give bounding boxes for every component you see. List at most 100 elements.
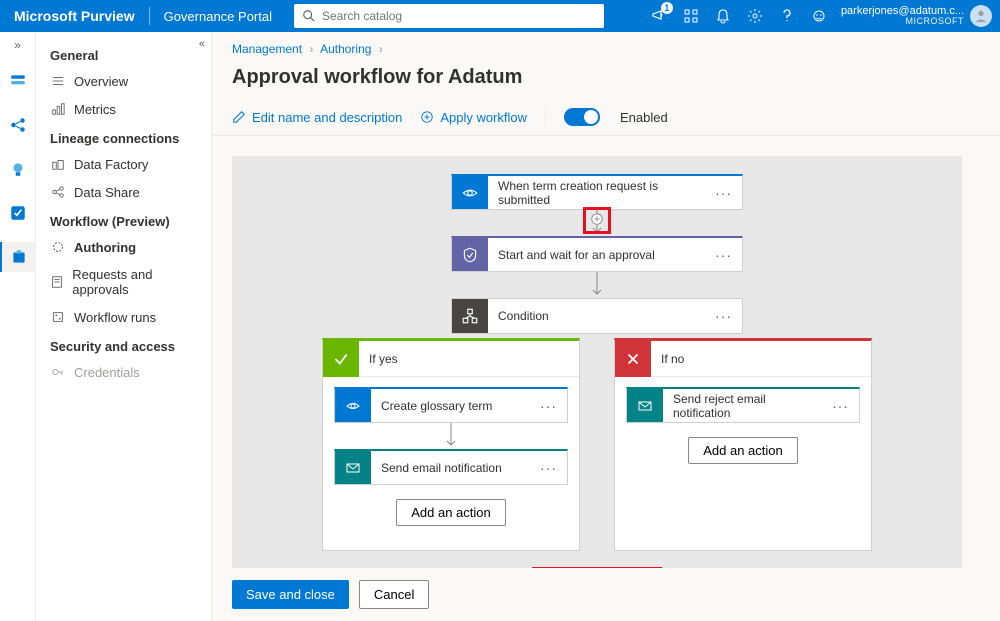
nav-metrics[interactable]: Metrics [36, 95, 211, 123]
nav-workflow-runs[interactable]: Workflow runs [36, 303, 211, 331]
nav-authoring[interactable]: Authoring [36, 233, 211, 261]
if-no-title: If no [651, 352, 694, 366]
rail-data-icon[interactable] [0, 66, 36, 96]
send-reject-email-label: Send reject email notification [663, 392, 822, 420]
send-email-step[interactable]: Send email notification ··· [334, 449, 568, 485]
nav-authoring-label: Authoring [74, 240, 136, 255]
nav-overview[interactable]: Overview [36, 67, 211, 95]
requests-icon [50, 274, 64, 290]
left-rail: » [0, 32, 36, 621]
if-yes-header[interactable]: If yes [323, 341, 579, 377]
plus-circle-icon [420, 110, 434, 124]
nav-data-share-label: Data Share [74, 185, 140, 200]
brand: Microsoft Purview [0, 8, 149, 24]
save-button[interactable]: Save and close [232, 580, 349, 609]
authoring-icon [50, 239, 66, 255]
edit-name-button[interactable]: Edit name and description [232, 110, 402, 125]
shield-check-icon [452, 238, 488, 271]
nav-group-security: Security and access [36, 331, 211, 358]
nav-group-lineage: Lineage connections [36, 123, 211, 150]
condition-label: Condition [488, 309, 705, 323]
help-icon[interactable] [771, 0, 803, 32]
top-bar: Microsoft Purview Governance Portal 1 pa… [0, 0, 1000, 32]
nav-metrics-label: Metrics [74, 102, 116, 117]
breadcrumb: Management › Authoring › [212, 32, 1000, 62]
condition-step[interactable]: Condition ··· [451, 298, 743, 334]
nav-data-share[interactable]: Data Share [36, 178, 211, 206]
collapse-nav-icon[interactable]: « [199, 38, 205, 50]
mail-icon [335, 451, 371, 484]
nav-group-general: General [36, 40, 211, 67]
nav-data-factory[interactable]: Data Factory [36, 150, 211, 178]
breadcrumb-authoring[interactable]: Authoring [320, 42, 371, 56]
footer: Save and close Cancel [212, 568, 1000, 621]
notification-badge: 1 [661, 2, 673, 14]
create-glossary-label: Create glossary term [371, 399, 530, 413]
add-action-no-button[interactable]: Add an action [688, 437, 798, 464]
nav-data-factory-label: Data Factory [74, 157, 148, 172]
if-no-branch: If no Send reject email notification ···… [614, 338, 872, 551]
search-box[interactable] [294, 4, 604, 28]
rail-share-icon[interactable] [0, 110, 36, 140]
rail-bulb-icon[interactable] [0, 154, 36, 184]
expand-rail-icon[interactable]: » [14, 38, 21, 52]
more-icon[interactable]: ··· [822, 398, 859, 414]
connector-1 [590, 210, 604, 236]
avatar[interactable] [970, 5, 992, 27]
nav-credentials-label: Credentials [74, 365, 140, 380]
hub-icon[interactable] [675, 0, 707, 32]
eye-icon [452, 176, 488, 209]
megaphone-icon[interactable]: 1 [643, 0, 675, 32]
approval-step[interactable]: Start and wait for an approval ··· [451, 236, 743, 272]
user-org: MICROSOFT [841, 17, 964, 27]
approval-label: Start and wait for an approval [488, 248, 705, 262]
more-icon[interactable]: ··· [705, 308, 742, 324]
apply-workflow-label: Apply workflow [440, 110, 527, 125]
nav-credentials[interactable]: Credentials [36, 358, 211, 386]
workflow-canvas: When term creation request is submitted … [232, 156, 962, 568]
create-glossary-step[interactable]: Create glossary term ··· [334, 387, 568, 423]
list-icon [50, 73, 66, 89]
search-input[interactable] [322, 9, 596, 23]
enabled-toggle[interactable] [564, 108, 600, 126]
trigger-label: When term creation request is submitted [488, 179, 705, 207]
page-title: Approval workflow for Adatum [212, 62, 1000, 101]
more-icon[interactable]: ··· [530, 460, 567, 476]
nav-requests[interactable]: Requests and approvals [36, 261, 211, 303]
user-info[interactable]: parkerjones@adatum.c... MICROSOFT [835, 5, 970, 27]
feedback-icon[interactable] [803, 0, 835, 32]
enabled-label: Enabled [620, 110, 668, 125]
toolbar: Edit name and description Apply workflow… [212, 101, 1000, 136]
send-reject-email-step[interactable]: Send reject email notification ··· [626, 387, 860, 423]
rail-check-icon[interactable] [0, 198, 36, 228]
add-action-yes-button[interactable]: Add an action [396, 499, 506, 526]
share-icon [50, 184, 66, 200]
side-nav: « General Overview Metrics Lineage conne… [36, 32, 212, 621]
more-icon[interactable]: ··· [705, 247, 742, 263]
breadcrumb-management[interactable]: Management [232, 42, 302, 56]
add-step-highlight [583, 207, 611, 234]
search-icon [302, 9, 316, 23]
content: Management › Authoring › Approval workfl… [212, 32, 1000, 621]
bell-icon[interactable] [707, 0, 739, 32]
credentials-icon [50, 364, 66, 380]
trigger-step[interactable]: When term creation request is submitted … [451, 174, 743, 210]
product-name: Governance Portal [150, 9, 286, 24]
pencil-icon [232, 110, 246, 124]
connector-2 [590, 272, 604, 298]
more-icon[interactable]: ··· [530, 398, 567, 414]
if-no-header[interactable]: If no [615, 341, 871, 377]
gear-icon[interactable] [739, 0, 771, 32]
mail-icon [627, 389, 663, 422]
plus-circle-icon[interactable] [590, 212, 604, 226]
runs-icon [50, 309, 66, 325]
nav-requests-label: Requests and approvals [72, 267, 197, 297]
rail-management-icon[interactable] [0, 242, 36, 272]
cancel-button[interactable]: Cancel [359, 580, 429, 609]
factory-icon [50, 156, 66, 172]
more-icon[interactable]: ··· [705, 185, 742, 201]
apply-workflow-button[interactable]: Apply workflow [420, 110, 527, 125]
connector-yes [444, 423, 458, 449]
if-yes-branch: If yes Create glossary term ··· [322, 338, 580, 551]
new-step-highlight: + New step [532, 567, 661, 568]
